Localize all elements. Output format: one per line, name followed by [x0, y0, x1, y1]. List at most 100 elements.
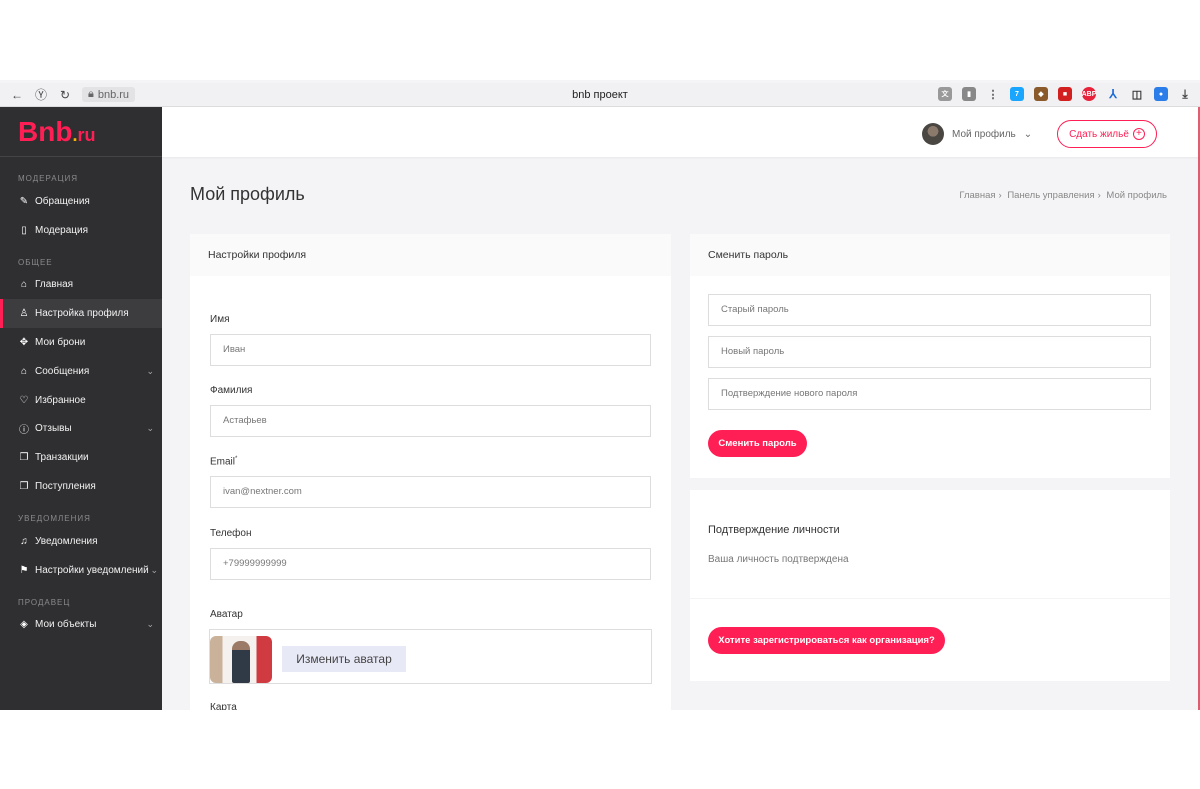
- sidebar-item-moderation[interactable]: ▯ Модерация: [0, 216, 162, 245]
- signpost-icon: ⚑: [19, 564, 29, 576]
- chevron-down-icon: ⌄: [146, 365, 154, 376]
- chevron-down-icon: ⌄: [150, 564, 158, 575]
- section-moderation: МОДЕРАЦИЯ: [18, 174, 79, 183]
- plus-icon: +: [1132, 128, 1145, 140]
- edit-icon: ✎: [19, 195, 29, 207]
- chevron-down-icon: ⌄: [1023, 128, 1033, 140]
- email-label: Email*: [210, 456, 237, 467]
- sidebar-item-favorites[interactable]: ♡ Избранное: [0, 386, 162, 415]
- logo-nb: nb: [38, 115, 73, 147]
- logo-ru: ru: [77, 125, 96, 145]
- yandex-icon[interactable]: Ⓨ: [34, 88, 48, 102]
- add-listing-label: Сдать жильё: [1069, 128, 1129, 140]
- change-password-card: Сменить пароль Старый пароль Новый парол…: [690, 234, 1170, 478]
- book-icon: ▯: [21, 224, 27, 236]
- sidebar-item-messages[interactable]: ⌂ Сообщения ⌄: [0, 357, 162, 386]
- last-name-input[interactable]: Астафьев: [210, 405, 651, 437]
- profile-menu[interactable]: Мой профиль ⌄: [922, 123, 1032, 145]
- sidebar-item-label: Сообщения: [35, 365, 90, 377]
- sidebar-item-label: Отзывы: [35, 423, 72, 435]
- address-text: bnb.ru: [97, 88, 130, 101]
- sidebar-item-income[interactable]: ❐ Поступления: [0, 472, 162, 501]
- logo-b: B: [18, 115, 38, 147]
- confirm-password-input[interactable]: Подтверждение нового пароля: [708, 378, 1151, 410]
- email-field[interactable]: ivan@nextner.com: [210, 476, 651, 508]
- avatar: [922, 123, 944, 145]
- new-password-input[interactable]: Новый пароль: [708, 336, 1151, 368]
- sidebar-item-notification-settings[interactable]: ⚑ Настройки уведомлений ⌄: [0, 556, 162, 585]
- sidebar-item-home[interactable]: ⌂ Главная: [0, 271, 162, 300]
- breadcrumb-home[interactable]: Главная: [959, 190, 995, 201]
- section-general: ОБЩЕЕ: [18, 257, 53, 267]
- sidebar-item-reviews[interactable]: ⓘ Отзывы ⌄: [0, 415, 162, 444]
- identity-card: Подтверждение личности Ваша личность под…: [690, 490, 1170, 598]
- sidebar-item-appeals[interactable]: ✎ Обращения: [0, 187, 162, 216]
- sidebar-item-transactions[interactable]: ❐ Транзакции: [0, 443, 162, 472]
- copy-icon: ❐: [19, 452, 29, 464]
- register-organization-button[interactable]: Хотите зарегистрироваться как организаци…: [708, 627, 945, 654]
- avatar-label: Аватар: [210, 609, 243, 620]
- identity-title: Подтверждение личности: [708, 524, 840, 536]
- more-icon[interactable]: ⋮: [986, 87, 1000, 101]
- browser-extensions: 文 ▮ ⋮ 7 ◆ ■ ABP ⅄ ◫ ● ⤓: [938, 87, 1192, 101]
- sidebar-item-label: Настройки уведомлений: [35, 564, 149, 576]
- extension-7-icon[interactable]: 7: [1010, 87, 1024, 101]
- sidebar-item-my-objects[interactable]: ◈ Мои объекты ⌄: [0, 611, 162, 640]
- translate-icon[interactable]: 文: [938, 87, 952, 101]
- organization-card: Хотите зарегистрироваться как организаци…: [690, 599, 1170, 681]
- extension-red-icon[interactable]: ■: [1058, 87, 1072, 101]
- required-mark: *: [235, 456, 238, 462]
- first-name-label: Имя: [210, 314, 230, 325]
- extension-blue-icon[interactable]: ⅄: [1106, 87, 1120, 101]
- sidebar-item-label: Поступления: [35, 481, 96, 493]
- sidebar-item-label: Транзакции: [35, 452, 89, 464]
- sidebar-item-profile-settings[interactable]: ♙ Настройка профиля: [0, 299, 162, 329]
- old-password-input[interactable]: Старый пароль: [708, 294, 1151, 326]
- change-avatar-button[interactable]: Изменить аватар: [282, 646, 406, 672]
- layers-icon: ◈: [20, 619, 28, 631]
- sidebar-item-label: Уведомления: [35, 535, 98, 547]
- back-icon[interactable]: ←: [10, 88, 24, 102]
- sidebar-item-label: Обращения: [35, 195, 90, 207]
- change-password-button[interactable]: Сменить пароль: [708, 430, 807, 457]
- sidebar-item-label: Модерация: [35, 224, 89, 236]
- info-icon: ⓘ: [19, 425, 29, 437]
- target-icon: ✥: [19, 337, 29, 349]
- avatar-image: [210, 636, 272, 683]
- phone-input[interactable]: +79999999999: [210, 548, 651, 580]
- first-name-input[interactable]: Иван: [210, 334, 651, 366]
- sidebar-item-label: Главная: [35, 279, 74, 291]
- chevron-down-icon: ⌄: [146, 423, 154, 434]
- avatar-person: [232, 641, 250, 683]
- adblock-icon[interactable]: ABP: [1082, 87, 1096, 101]
- top-header: Мой профиль ⌄ Сдать жильё +: [162, 107, 1200, 157]
- extension-outline-icon[interactable]: ◫: [1130, 87, 1144, 101]
- phone-label: Телефон: [210, 528, 252, 539]
- sidebar-item-label: Мои брони: [35, 337, 86, 349]
- profile-settings-card: Настройки профиля Имя Иван Фамилия Астаф…: [190, 234, 671, 710]
- page-title: Мой профиль: [190, 184, 305, 204]
- user-icon: ♙: [19, 308, 29, 320]
- sidebar-item-label: Мои объекты: [35, 619, 97, 631]
- download-icon[interactable]: ⤓: [1178, 87, 1192, 101]
- extension-profile-icon[interactable]: ●: [1154, 87, 1168, 101]
- add-listing-button[interactable]: Сдать жильё +: [1057, 120, 1157, 148]
- lock-icon: 🔒︎: [88, 88, 94, 100]
- breadcrumb: Главная › Панель управления › Мой профиль: [959, 190, 1167, 201]
- breadcrumb-current: Мой профиль: [1106, 190, 1167, 201]
- bookmark-icon[interactable]: ▮: [962, 87, 976, 101]
- browser-toolbar: ← Ⓨ ↻ 🔒︎ bnb.ru bnb проект 文 ▮ ⋮ 7 ◆ ■ A…: [0, 83, 1200, 107]
- sidebar-item-label: Настройка профиля: [35, 308, 129, 320]
- copy-icon: ❐: [19, 481, 29, 493]
- breadcrumb-dashboard[interactable]: Панель управления: [1007, 190, 1094, 201]
- bell-icon: ♫: [20, 535, 28, 547]
- home-icon: ⌂: [20, 365, 28, 377]
- last-name-label: Фамилия: [210, 385, 253, 396]
- extension-cookie-icon[interactable]: ◆: [1034, 87, 1048, 101]
- sidebar-item-notifications[interactable]: ♫ Уведомления: [0, 527, 162, 556]
- reload-icon[interactable]: ↻: [58, 88, 72, 102]
- address-bar[interactable]: 🔒︎ bnb.ru: [82, 87, 136, 102]
- section-notifications: УВЕДОМЛЕНИЯ: [18, 513, 91, 523]
- logo[interactable]: B nb . ru: [0, 107, 162, 157]
- sidebar-item-bookings[interactable]: ✥ Мои брони: [0, 328, 162, 357]
